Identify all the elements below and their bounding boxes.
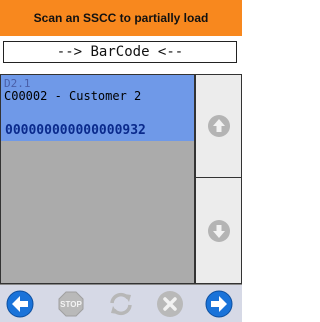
close-icon bbox=[157, 291, 183, 317]
arrow-left-icon bbox=[6, 290, 34, 318]
refresh-icon bbox=[110, 292, 132, 316]
scroll-down-button[interactable] bbox=[195, 177, 242, 284]
arrow-right-icon bbox=[205, 290, 233, 318]
stop-label: STOP bbox=[60, 300, 82, 309]
stop-icon: STOP bbox=[58, 291, 84, 317]
barcode-value: --> BarCode <-- bbox=[56, 44, 184, 60]
page-title: Scan an SSCC to partially load bbox=[33, 11, 209, 25]
item-list[interactable]: D2.1 C00002 - Customer 2 000000000000000… bbox=[0, 74, 195, 284]
arrow-up-icon bbox=[207, 115, 230, 137]
scroll-up-button[interactable] bbox=[195, 74, 242, 178]
title-bar: Scan an SSCC to partially load bbox=[0, 0, 242, 36]
refresh-button[interactable] bbox=[106, 289, 136, 319]
stop-button[interactable]: STOP bbox=[56, 289, 86, 319]
item-sscc: 000000000000000932 bbox=[5, 123, 146, 138]
forward-button[interactable] bbox=[204, 289, 234, 319]
cancel-button[interactable] bbox=[155, 289, 185, 319]
arrow-down-icon bbox=[207, 219, 230, 242]
back-button[interactable] bbox=[5, 289, 35, 319]
list-item-selected[interactable]: D2.1 C00002 - Customer 2 000000000000000… bbox=[1, 75, 194, 141]
barcode-field[interactable]: --> BarCode <-- bbox=[3, 41, 237, 63]
item-customer: C00002 - Customer 2 bbox=[4, 89, 142, 103]
bottom-toolbar: STOP bbox=[0, 285, 242, 322]
